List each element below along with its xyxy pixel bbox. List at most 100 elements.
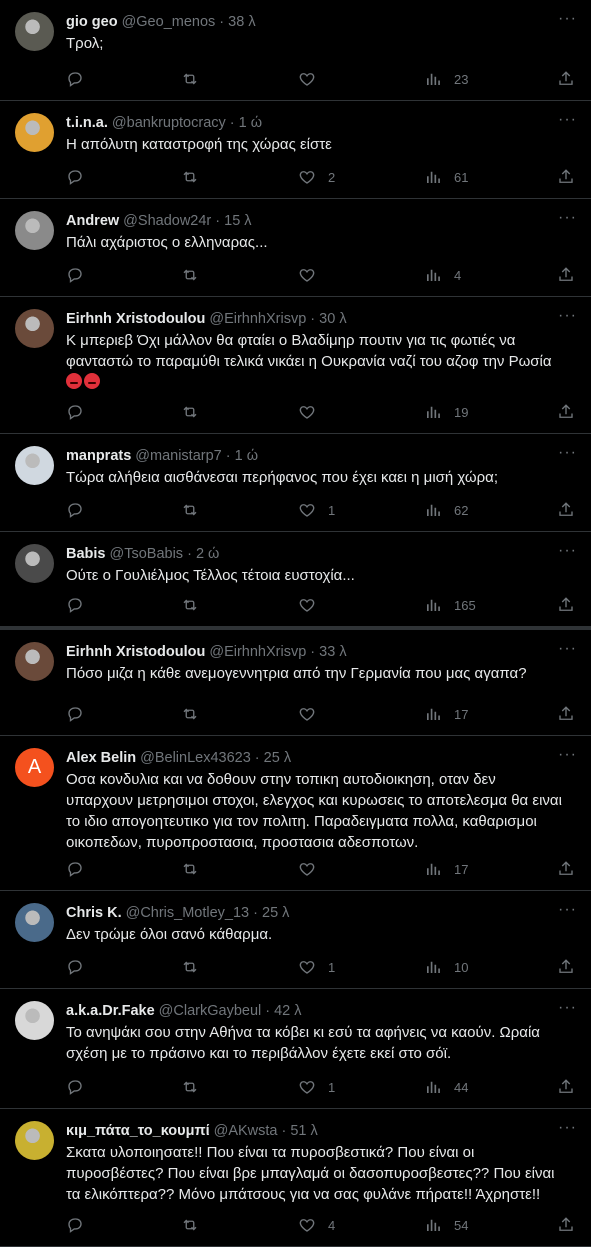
display-name[interactable]: Andrew [66, 211, 119, 231]
share-button[interactable] [557, 1078, 575, 1096]
like-button[interactable]: 4 [298, 1216, 335, 1234]
share-button[interactable] [557, 705, 575, 723]
handle-and-time[interactable]: @Shadow24r · 15 λ [123, 211, 251, 231]
avatar[interactable] [15, 309, 54, 348]
views-button[interactable]: 19 [424, 403, 468, 421]
like-button[interactable]: 1 [298, 501, 335, 519]
reply-button[interactable] [66, 501, 84, 519]
avatar[interactable] [15, 1121, 54, 1160]
avatar[interactable] [15, 446, 54, 485]
retweet-button[interactable] [181, 1216, 199, 1234]
handle-and-time[interactable]: @BelinLex43623 · 25 λ [140, 748, 291, 768]
tweet-reply[interactable]: ··· Babis @TsoBabis · 2 ώ Ούτε ο Γουλιέλ… [0, 532, 591, 630]
more-icon[interactable]: ··· [558, 999, 577, 1017]
avatar[interactable] [15, 1001, 54, 1040]
more-icon[interactable]: ··· [558, 444, 577, 462]
handle-and-time[interactable]: @TsoBabis · 2 ώ [110, 544, 220, 564]
more-icon[interactable]: ··· [558, 10, 577, 28]
reply-button[interactable] [66, 70, 84, 88]
like-button[interactable]: 1 [298, 1078, 335, 1096]
reply-button[interactable] [66, 1078, 84, 1096]
views-button[interactable]: 10 [424, 958, 468, 976]
like-button[interactable] [298, 266, 328, 284]
avatar[interactable] [15, 211, 54, 250]
handle-and-time[interactable]: @manistarp7 · 1 ώ [135, 446, 258, 466]
share-button[interactable] [557, 1216, 575, 1234]
like-button[interactable] [298, 705, 328, 723]
handle-and-time[interactable]: @Geo_menos · 38 λ [122, 12, 256, 32]
handle-and-time[interactable]: @bankruptocracy · 1 ώ [112, 113, 262, 133]
tweet-reply[interactable]: ··· Chris K. @Chris_Motley_13 · 25 λ Δεν… [0, 891, 591, 989]
tweet-reply[interactable]: ··· Eirhnh Xristodoulou @EirhnhXrisvp · … [0, 630, 591, 736]
retweet-button[interactable] [181, 403, 199, 421]
retweet-button[interactable] [181, 266, 199, 284]
display-name[interactable]: Babis [66, 544, 106, 564]
reply-button[interactable] [66, 1216, 84, 1234]
display-name[interactable]: t.i.n.a. [66, 113, 108, 133]
views-button[interactable]: 17 [424, 705, 468, 723]
avatar[interactable] [15, 544, 54, 583]
avatar[interactable]: A [15, 748, 54, 787]
share-button[interactable] [557, 70, 575, 88]
avatar[interactable] [15, 642, 54, 681]
display-name[interactable]: manprats [66, 446, 131, 466]
display-name[interactable]: gio geo [66, 12, 118, 32]
like-button[interactable] [298, 860, 328, 878]
more-icon[interactable]: ··· [558, 640, 577, 658]
views-button[interactable]: 62 [424, 501, 468, 519]
display-name[interactable]: a.k.a.Dr.Fake [66, 1001, 155, 1021]
like-button[interactable]: 1 [298, 958, 335, 976]
tweet-reply[interactable]: ··· κιμ_πάτα_το_κουμπί @AKwsta · 51 λ Σκ… [0, 1109, 591, 1247]
like-button[interactable] [298, 70, 328, 88]
views-button[interactable]: 17 [424, 860, 468, 878]
like-button[interactable]: 2 [298, 168, 335, 186]
display-name[interactable]: Eirhnh Xristodoulou [66, 309, 205, 329]
tweet-reply[interactable]: ··· manprats @manistarp7 · 1 ώ Τώρα αλήθ… [0, 434, 591, 532]
views-button[interactable]: 165 [424, 596, 476, 614]
like-button[interactable] [298, 403, 328, 421]
avatar[interactable] [15, 903, 54, 942]
views-button[interactable]: 23 [424, 70, 468, 88]
handle-and-time[interactable]: @AKwsta · 51 λ [214, 1121, 318, 1141]
reply-button[interactable] [66, 168, 84, 186]
retweet-button[interactable] [181, 705, 199, 723]
more-icon[interactable]: ··· [558, 209, 577, 227]
retweet-button[interactable] [181, 958, 199, 976]
tweet-reply[interactable]: ··· t.i.n.a. @bankruptocracy · 1 ώ Η από… [0, 101, 591, 199]
display-name[interactable]: κιμ_πάτα_το_κουμπί [66, 1121, 210, 1141]
tweet-reply[interactable]: ··· a.k.a.Dr.Fake @ClarkGaybeul · 42 λ Τ… [0, 989, 591, 1109]
tweet-reply[interactable]: ··· Eirhnh Xristodoulou @EirhnhXrisvp · … [0, 297, 591, 434]
tweet-reply[interactable]: ··· gio geo @Geo_menos · 38 λ Τρολ; 23 [0, 0, 591, 101]
more-icon[interactable]: ··· [558, 901, 577, 919]
views-button[interactable]: 4 [424, 266, 461, 284]
views-button[interactable]: 54 [424, 1216, 468, 1234]
more-icon[interactable]: ··· [558, 1119, 577, 1137]
reply-button[interactable] [66, 403, 84, 421]
display-name[interactable]: Chris K. [66, 903, 122, 923]
handle-and-time[interactable]: @EirhnhXrisvp · 33 λ [209, 642, 346, 662]
reply-button[interactable] [66, 266, 84, 284]
reply-button[interactable] [66, 958, 84, 976]
retweet-button[interactable] [181, 1078, 199, 1096]
share-button[interactable] [557, 501, 575, 519]
display-name[interactable]: Alex Belin [66, 748, 136, 768]
display-name[interactable]: Eirhnh Xristodoulou [66, 642, 205, 662]
share-button[interactable] [557, 860, 575, 878]
more-icon[interactable]: ··· [558, 542, 577, 560]
more-icon[interactable]: ··· [558, 111, 577, 129]
share-button[interactable] [557, 958, 575, 976]
retweet-button[interactable] [181, 70, 199, 88]
share-button[interactable] [557, 403, 575, 421]
retweet-button[interactable] [181, 501, 199, 519]
retweet-button[interactable] [181, 860, 199, 878]
views-button[interactable]: 44 [424, 1078, 468, 1096]
share-button[interactable] [557, 596, 575, 614]
more-icon[interactable]: ··· [558, 746, 577, 764]
tweet-reply[interactable]: ··· Andrew @Shadow24r · 15 λ Πάλι αχάρισ… [0, 199, 591, 297]
avatar[interactable] [15, 113, 54, 152]
views-button[interactable]: 61 [424, 168, 468, 186]
reply-button[interactable] [66, 705, 84, 723]
reply-button[interactable] [66, 860, 84, 878]
share-button[interactable] [557, 168, 575, 186]
retweet-button[interactable] [181, 168, 199, 186]
